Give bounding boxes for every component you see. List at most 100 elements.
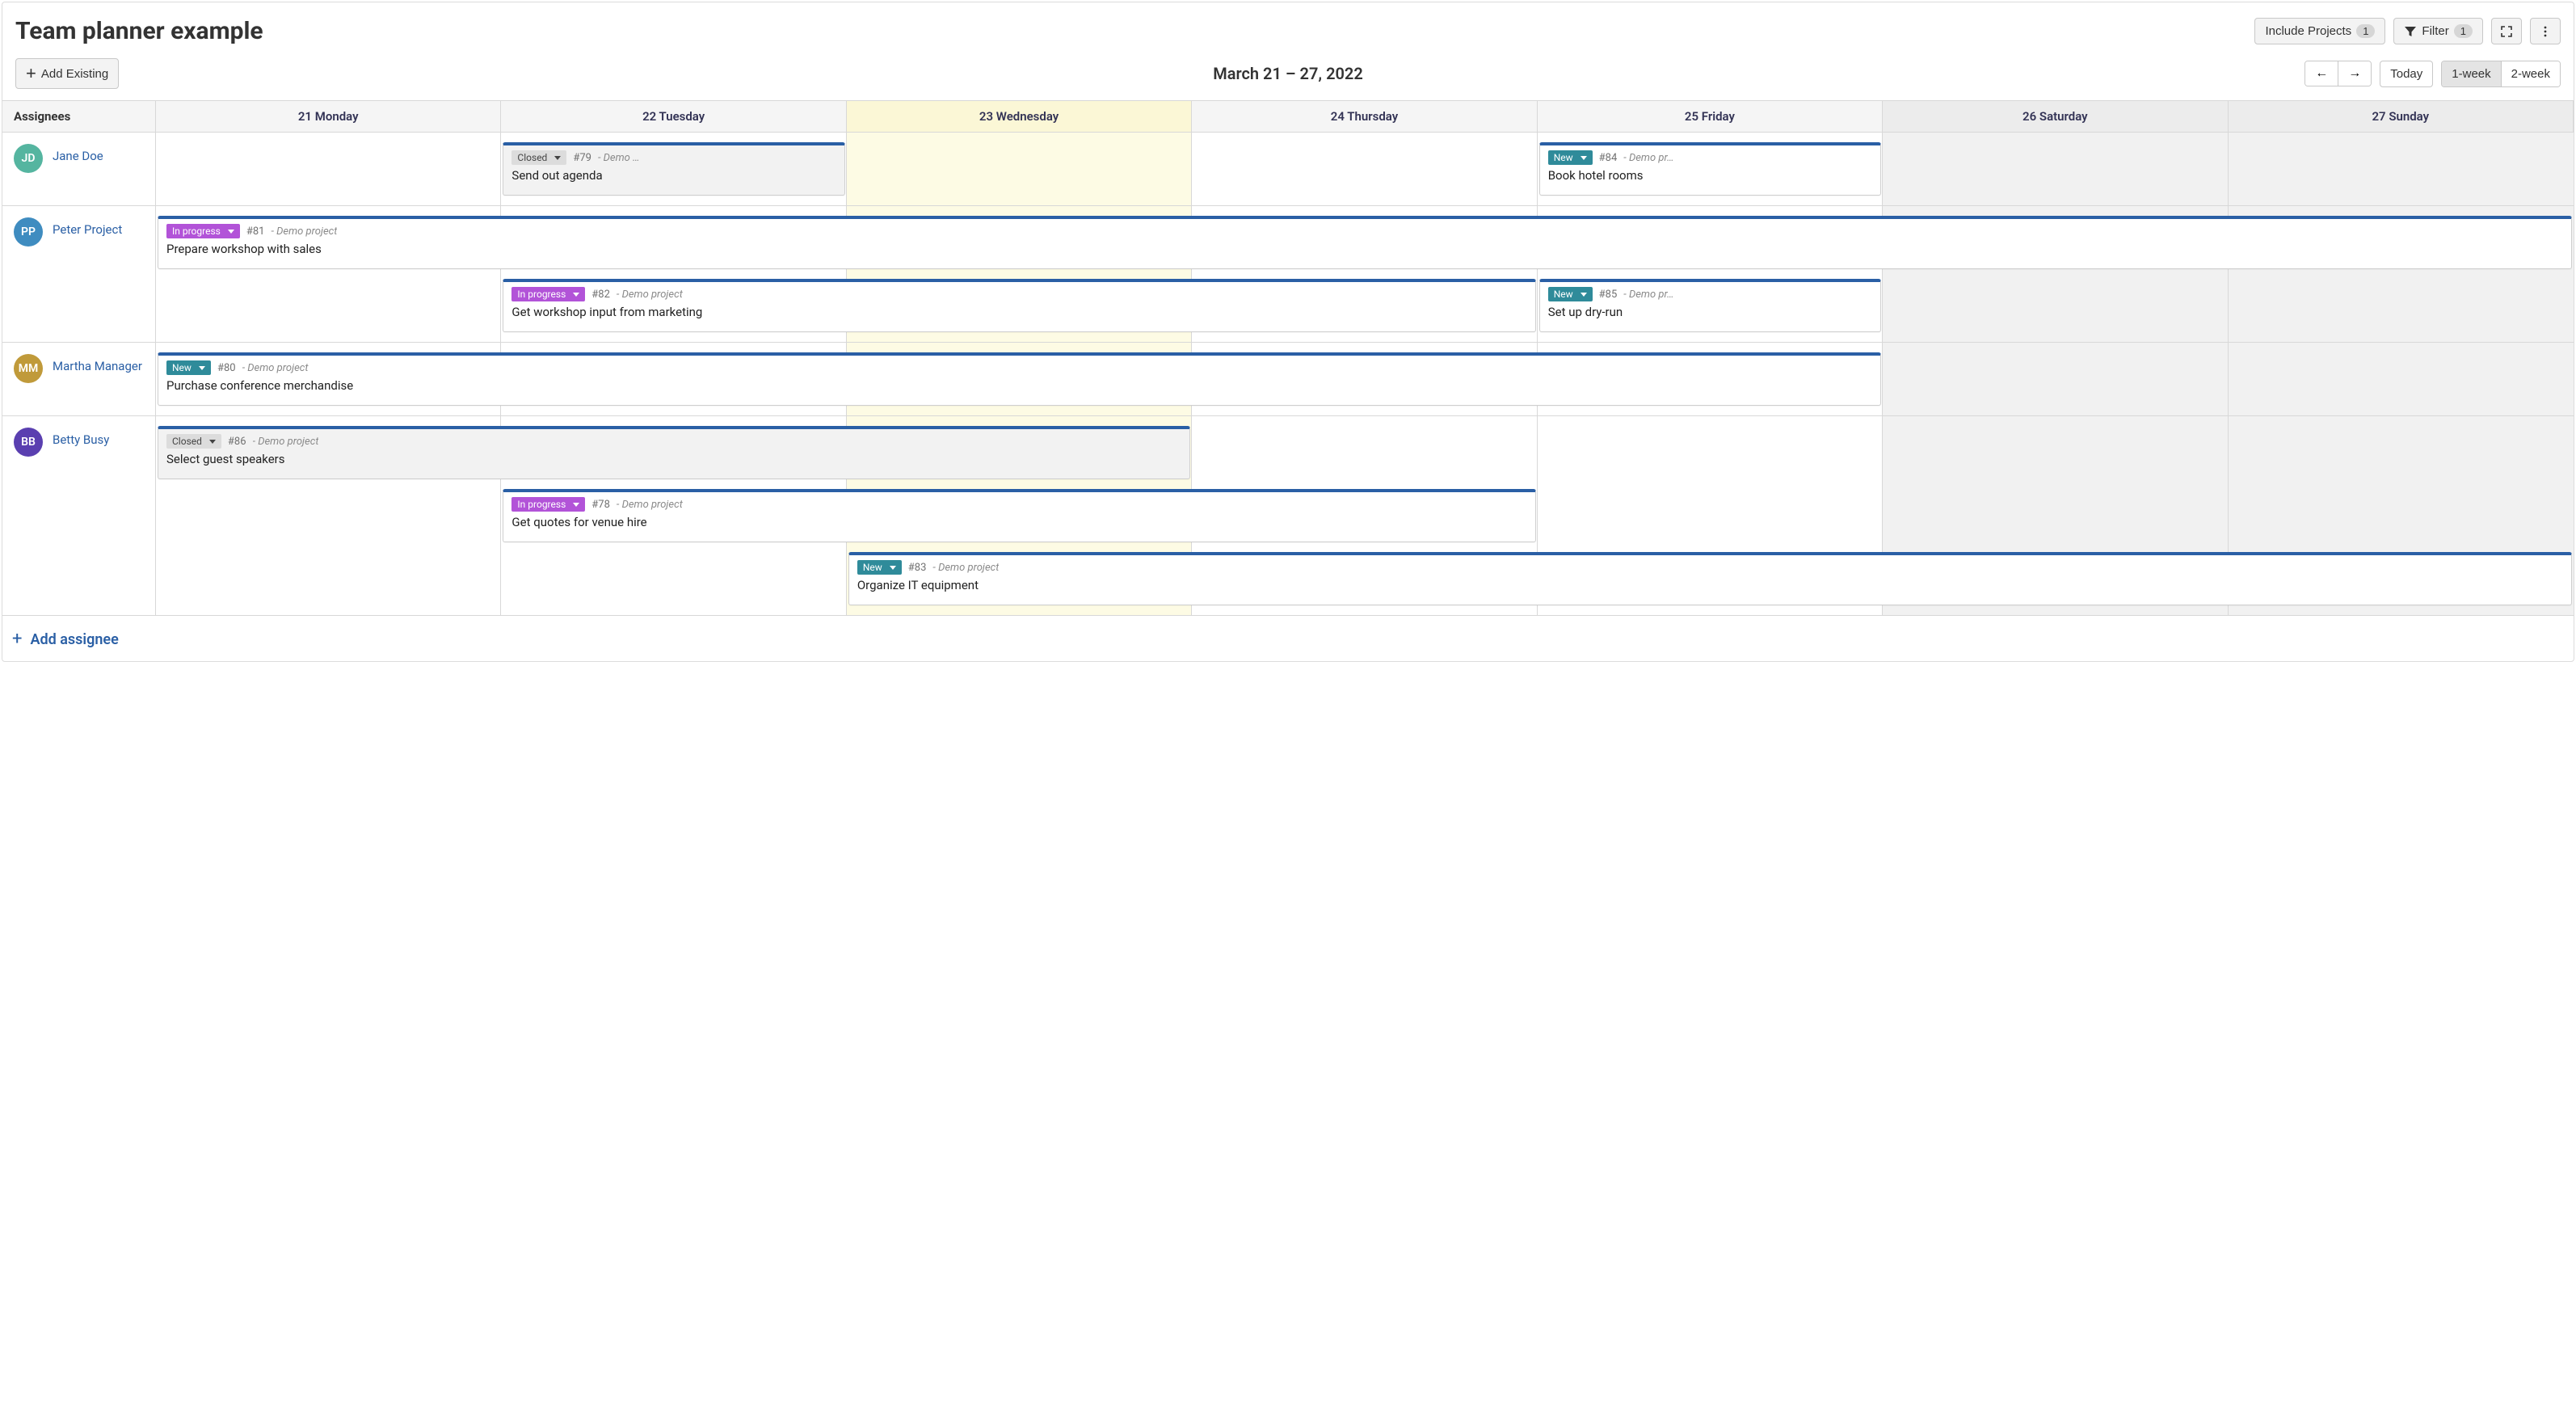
range-segment: 1-week 2-week	[2441, 61, 2561, 87]
include-projects-count: 1	[2356, 24, 2375, 38]
more-vertical-icon	[2539, 25, 2552, 38]
task-project: - Demo project	[617, 289, 683, 301]
assignee-row: MM Martha Manager New #80 - Demo project Purc…	[2, 343, 2574, 416]
lane: In progress #81 - Demo project Prepare work…	[156, 206, 2574, 342]
chevron-down-icon	[554, 156, 561, 160]
day-header: 24 Thursday	[1192, 101, 1537, 133]
task-card[interactable]: New#83- Demo projectOrganize IT equipmen…	[848, 552, 2572, 605]
chevron-down-icon	[1581, 293, 1587, 297]
track: Closed #79 - Demo … Send out agenda New#84- …	[156, 137, 2574, 200]
task-card[interactable]: Closed #79 - Demo … Send out agenda	[503, 142, 844, 196]
chevron-down-icon	[573, 293, 579, 297]
task-card[interactable]: Closed#86- Demo projectSelect guest spea…	[158, 426, 1190, 479]
task-card[interactable]: In progress #82 - Demo project Get workshop…	[503, 279, 1535, 332]
assignee-name-link[interactable]: Martha Manager	[53, 359, 142, 373]
task-id: #82	[591, 289, 610, 301]
chevron-down-icon	[1581, 156, 1587, 160]
task-card[interactable]: New #85 - Demo pr… Set up dry-run	[1539, 279, 1881, 332]
assignee-name-link[interactable]: Betty Busy	[53, 432, 109, 447]
assignee-cell: BB Betty Busy	[2, 416, 156, 615]
status-badge[interactable]: Closed	[511, 150, 566, 165]
task-project: - Demo pr…	[1623, 152, 1673, 164]
prev-week-button[interactable]: ←	[2305, 61, 2338, 86]
task-project: - Demo project	[253, 436, 319, 448]
status-badge[interactable]: In progress	[166, 224, 240, 238]
day-header: 22 Tuesday	[501, 101, 846, 133]
task-title: Get quotes for venue hire	[511, 515, 1526, 529]
task-id: #83	[908, 562, 927, 574]
avatar: MM	[14, 354, 43, 383]
task-id: #80	[217, 362, 236, 374]
lane: Closed #79 - Demo … Send out agenda New#84- …	[156, 133, 2574, 205]
task-project: - Demo …	[598, 152, 640, 164]
task-title: Prepare workshop with sales	[166, 242, 2563, 256]
lane: New #80 - Demo project Purchase conference …	[156, 343, 2574, 415]
assignee-name-link[interactable]: Peter Project	[53, 222, 122, 237]
task-title: Purchase conference merchandise	[166, 378, 1872, 393]
assignee-name-link[interactable]: Jane Doe	[53, 149, 103, 163]
assignee-row: PP Peter Project In progress #81 - Demo proj…	[2, 206, 2574, 343]
range-2week-button[interactable]: 2-week	[2501, 61, 2560, 86]
include-projects-button[interactable]: Include Projects 1	[2254, 18, 2385, 44]
assignee-cell: MM Martha Manager	[2, 343, 156, 415]
lane: Closed#86- Demo projectSelect guest spea…	[156, 416, 2574, 615]
task-id: #85	[1599, 289, 1618, 301]
chevron-down-icon	[890, 566, 896, 570]
day-header: 26 Saturday	[1883, 101, 2228, 133]
next-week-button[interactable]: →	[2338, 61, 2371, 86]
task-id: #81	[246, 225, 265, 238]
avatar: JD	[14, 144, 43, 173]
plus-icon: +	[26, 65, 36, 82]
task-project: - Demo pr…	[1623, 289, 1673, 301]
plus-icon: +	[12, 630, 22, 648]
task-id: #79	[573, 152, 591, 164]
day-header: 23 Wednesday	[847, 101, 1192, 133]
status-badge[interactable]: New	[857, 560, 902, 575]
filter-label: Filter	[2422, 24, 2448, 38]
include-projects-label: Include Projects	[2265, 24, 2351, 38]
chevron-down-icon	[228, 230, 234, 234]
task-project: - Demo project	[617, 499, 683, 511]
task-title: Get workshop input from marketing	[511, 305, 1526, 319]
task-title: Organize IT equipment	[857, 578, 2563, 592]
task-card[interactable]: New #80 - Demo project Purchase conference …	[158, 352, 1881, 406]
task-title: Send out agenda	[511, 168, 836, 183]
avatar: BB	[14, 428, 43, 457]
status-badge[interactable]: In progress	[511, 287, 585, 301]
assignee-cell: JD Jane Doe	[2, 133, 156, 205]
status-badge[interactable]: New	[166, 360, 211, 375]
chevron-down-icon	[199, 366, 205, 370]
assignee-row: JD Jane Doe Closed #79 - Demo … Send out agen…	[2, 133, 2574, 206]
add-assignee-button[interactable]: + Add assignee	[12, 630, 119, 648]
task-id: #78	[591, 499, 610, 511]
task-project: - Demo project	[242, 362, 309, 374]
status-badge[interactable]: Closed	[166, 434, 221, 449]
add-existing-label: Add Existing	[41, 67, 108, 81]
expand-icon	[2500, 25, 2513, 38]
task-title: Set up dry-run	[1548, 305, 1872, 319]
status-badge[interactable]: New	[1548, 150, 1593, 165]
assignees-header: Assignees	[2, 101, 156, 133]
day-header: 27 Sunday	[2229, 101, 2574, 133]
track: In progress#81- Demo projectPrepare work…	[156, 211, 2574, 274]
range-1week-button[interactable]: 1-week	[2442, 61, 2500, 86]
task-card[interactable]: New#84- Demo pr…Book hotel rooms	[1539, 142, 1881, 196]
task-card[interactable]: In progress#81- Demo projectPrepare work…	[158, 216, 2572, 269]
track: New#83- Demo projectOrganize IT equipmen…	[156, 547, 2574, 610]
more-menu-button[interactable]	[2530, 18, 2561, 44]
today-button[interactable]: Today	[2380, 61, 2433, 87]
add-existing-button[interactable]: + Add Existing	[15, 58, 119, 89]
track: In progress #78 - Demo project Get quotes f…	[156, 484, 2574, 547]
status-badge[interactable]: In progress	[511, 497, 585, 512]
fullscreen-button[interactable]	[2491, 18, 2522, 44]
filter-button[interactable]: Filter 1	[2393, 18, 2483, 44]
track: New #80 - Demo project Purchase conference …	[156, 348, 2574, 411]
track: Closed#86- Demo projectSelect guest spea…	[156, 421, 2574, 484]
page-title: Team planner example	[15, 17, 263, 45]
day-header: 21 Monday	[156, 101, 501, 133]
task-card[interactable]: In progress #78 - Demo project Get quotes f…	[503, 489, 1535, 542]
avatar: PP	[14, 217, 43, 247]
status-badge[interactable]: New	[1548, 287, 1593, 301]
add-assignee-label: Add assignee	[30, 631, 118, 648]
task-id: #86	[228, 436, 246, 448]
